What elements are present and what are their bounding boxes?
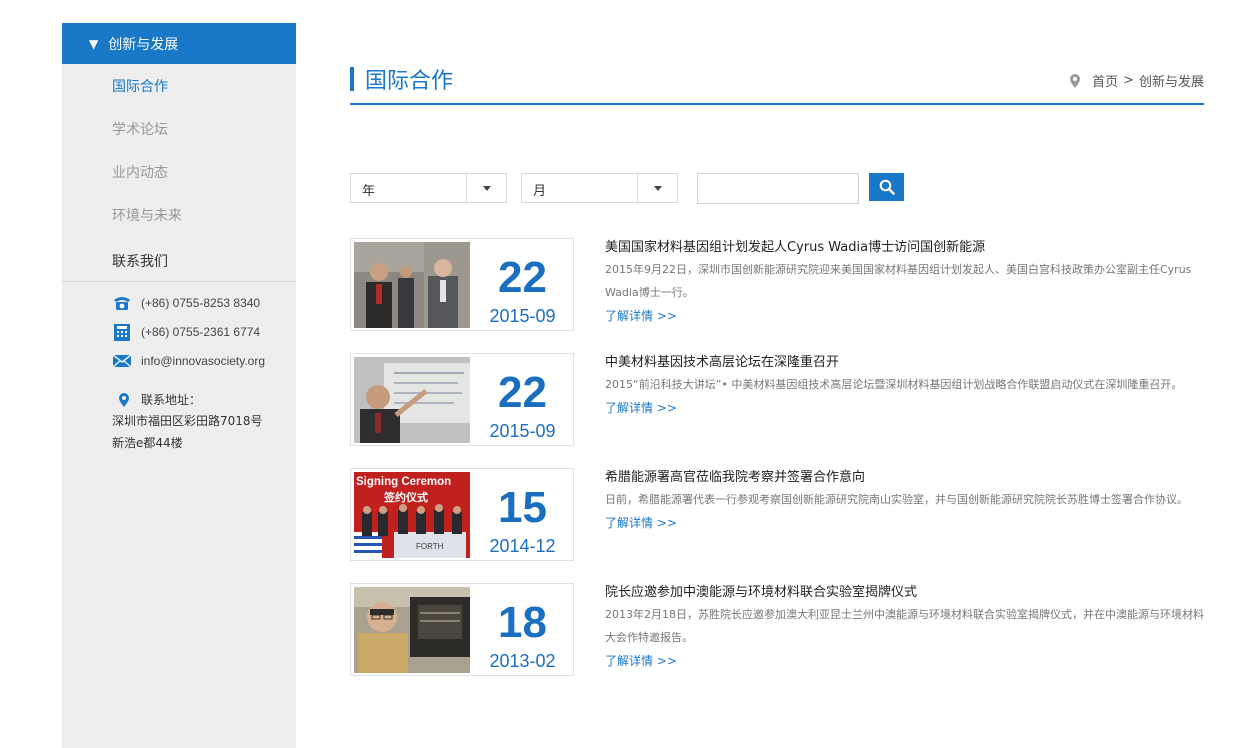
fax-text: (+86) 0755-2361 6774 [141,324,261,339]
sidebar-item-international[interactable]: 国际合作 [62,64,296,107]
news-thumbnail[interactable] [354,242,470,328]
contact-info: (+86) 0755-8253 8340 (+86) 0755-2361 677… [62,282,296,454]
news-date-month: 2014-12 [489,536,556,556]
news-date-month: 2013-02 [489,651,556,671]
contact-phone: (+86) 0755-8253 8340 [112,288,296,317]
news-body: 美国国家材料基因组计划发起人Cyrus Wadia博士访问国创新能源 2015年… [605,239,1204,325]
sidebar-menu: 国际合作 学术论坛 业内动态 环境与未来 联系我们 [62,64,296,282]
news-date: 15 2014-12 [472,469,573,560]
news-thumbnail[interactable] [354,587,470,673]
news-date: 22 2015-09 [472,354,573,445]
breadcrumb-current[interactable]: 创新与发展 [1139,71,1204,90]
fax-icon [114,323,130,341]
sidebar-item-environment[interactable]: 环境与未来 [62,193,296,236]
year-select-value: 年 [362,184,376,199]
thumb-sign-text: FORTH [416,542,444,551]
sidebar-item-industry-news[interactable]: 业内动态 [62,150,296,193]
news-date-month: 2015-09 [489,421,556,441]
news-body: 中美材料基因技术高层论坛在深隆重召开 2015“前沿科技大讲坛”• 中美材料基因… [605,354,1204,417]
page-title: 国际合作 [350,66,453,94]
news-date-day: 22 [498,253,547,302]
breadcrumb: 首页 > 创新与发展 [1070,71,1204,90]
contact-email: info@innovasociety.org [112,346,296,375]
sidebar-item-label: 环境与未来 [112,207,182,224]
news-thumbnail[interactable]: Signing Ceremon 签约仪式 FORTH [354,472,470,558]
address-heading: 联系地址： [112,391,296,408]
news-summary: 日前，希腊能源署代表一行参观考察国创新能源研究院南山实验室，并与国创新能源研究院… [605,493,1188,506]
photo-visit [354,242,470,328]
sidebar-item-forum[interactable]: 学术论坛 [62,107,296,150]
location-icon [1070,73,1081,88]
address-text: 深圳市福田区彩田路7018号 新浩e都44楼 [112,410,296,454]
news-date-day: 15 [498,483,547,532]
map-pin-icon [119,392,129,407]
read-more-link[interactable]: 了解详情 >> [605,514,677,532]
mail-icon [112,353,132,367]
photo-forum [354,357,470,443]
triangle-down-icon: ▼ [89,36,99,51]
news-thumb-box: 22 2015-09 [350,353,574,446]
breadcrumb-separator: > [1123,73,1134,88]
sidebar-item-label: 学术论坛 [112,121,168,138]
news-title[interactable]: 中美材料基因技术高层论坛在深隆重召开 [605,354,1204,372]
news-thumbnail[interactable] [354,357,470,443]
address-line-2: 新浩e都44楼 [112,436,183,450]
phone-icon [114,296,130,310]
title-accent-bar [350,66,354,91]
news-thumb-box: Signing Ceremon 签约仪式 FORTH 15 2014-12 [350,468,574,561]
thumb-caption-en: Signing Ceremon [356,476,451,488]
title-divider [350,103,1204,105]
news-date-day: 18 [498,598,547,647]
news-title[interactable]: 院长应邀参加中澳能源与环境材料联合实验室揭牌仪式 [605,584,1204,602]
read-more-link[interactable]: 了解详情 >> [605,652,677,670]
phone-text: (+86) 0755-8253 8340 [141,295,261,310]
address-line-1: 深圳市福田区彩田路7018号 [112,414,263,428]
news-summary: 2015年9月22日，深圳市国创新能源研究院迎来美国国家材料基因组计划发起人、美… [605,263,1192,299]
month-select-value: 月 [533,184,547,199]
sidebar: ▼ 创新与发展 国际合作 学术论坛 业内动态 环境与未来 联系我们 (+86) … [62,23,296,748]
photo-signing: Signing Ceremon 签约仪式 FORTH [354,472,470,558]
news-date-day: 22 [498,368,547,417]
news-item: Signing Ceremon 签约仪式 FORTH 15 2014-12 希腊… [350,468,1204,561]
sidebar-contact-heading: 联系我们 [62,236,296,282]
month-select[interactable]: 月 [521,173,678,203]
sidebar-item-label: 业内动态 [112,164,168,181]
sidebar-item-label: 国际合作 [112,78,168,95]
contact-fax: (+86) 0755-2361 6774 [112,317,296,346]
thumb-caption-cn: 签约仪式 [383,490,428,504]
address-label: 联系地址： [141,393,202,407]
page-title-text: 国际合作 [365,68,454,94]
sidebar-section-header[interactable]: ▼ 创新与发展 [62,23,296,64]
news-title[interactable]: 希腊能源署高官莅临我院考察并签署合作意向 [605,469,1204,487]
read-more-link[interactable]: 了解详情 >> [605,307,677,325]
news-title[interactable]: 美国国家材料基因组计划发起人Cyrus Wadia博士访问国创新能源 [605,239,1204,257]
news-item: 22 2015-09 美国国家材料基因组计划发起人Cyrus Wadia博士访问… [350,238,1204,331]
sidebar-section-title: 创新与发展 [108,36,179,53]
search-button[interactable] [869,173,904,201]
breadcrumb-home[interactable]: 首页 [1092,71,1118,90]
news-date: 22 2015-09 [472,239,573,330]
chevron-down-icon [637,174,677,202]
news-thumb-box: 18 2013-02 [350,583,574,676]
news-summary: 2013年2月18日，苏胜院长应邀参加澳大利亚昆士兰州中澳能源与环境材料联合实验… [605,608,1204,644]
news-date: 18 2013-02 [472,584,573,675]
chevron-down-icon [466,174,506,202]
filter-bar: 年 月 [350,173,910,204]
news-body: 希腊能源署高官莅临我院考察并签署合作意向 日前，希腊能源署代表一行参观考察国创新… [605,469,1204,532]
photo-lab-plaque [354,587,470,673]
news-summary: 2015“前沿科技大讲坛”• 中美材料基因组技术高层论坛暨深圳材料基因组计划战略… [605,378,1183,391]
email-text: info@innovasociety.org [141,353,266,368]
news-body: 院长应邀参加中澳能源与环境材料联合实验室揭牌仪式 2013年2月18日，苏胜院长… [605,584,1204,670]
search-input[interactable] [697,173,859,204]
contact-title: 联系我们 [112,253,168,270]
search-icon [879,179,895,195]
news-date-month: 2015-09 [489,306,556,326]
year-select[interactable]: 年 [350,173,507,203]
news-item: 22 2015-09 中美材料基因技术高层论坛在深隆重召开 2015“前沿科技大… [350,353,1204,446]
news-item: 18 2013-02 院长应邀参加中澳能源与环境材料联合实验室揭牌仪式 2013… [350,583,1204,676]
read-more-link[interactable]: 了解详情 >> [605,399,677,417]
news-thumb-box: 22 2015-09 [350,238,574,331]
